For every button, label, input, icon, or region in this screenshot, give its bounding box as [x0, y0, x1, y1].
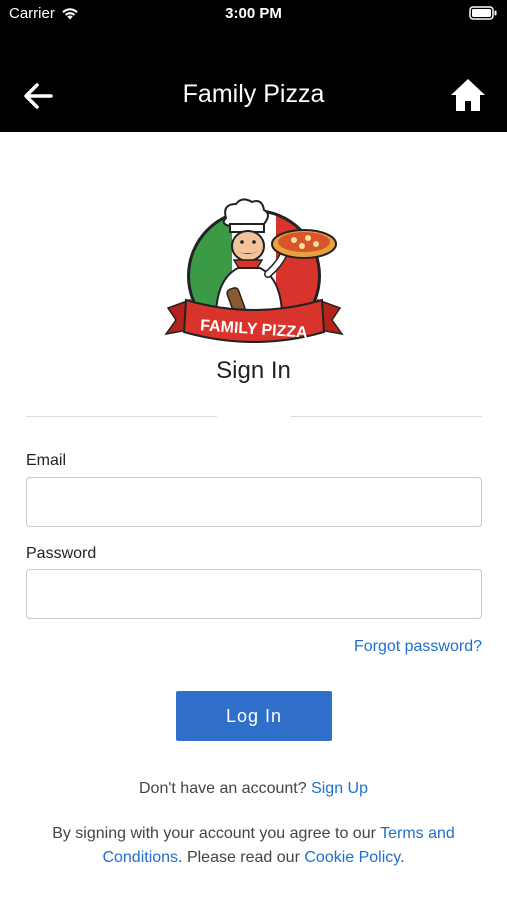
- forgot-password-link[interactable]: Forgot password?: [354, 638, 482, 656]
- login-button[interactable]: Log In: [176, 691, 332, 741]
- sign-up-link[interactable]: Sign Up: [311, 780, 368, 797]
- status-bar: Carrier 3:00 PM: [0, 0, 507, 28]
- password-field[interactable]: [26, 569, 482, 619]
- divider-left: [26, 416, 217, 417]
- password-label: Password: [26, 545, 97, 562]
- battery-icon: [469, 6, 497, 20]
- no-account-text: Don't have an account?: [139, 780, 307, 797]
- email-field[interactable]: [26, 477, 482, 527]
- email-label: Email: [26, 452, 67, 469]
- terms-end-text: .: [400, 849, 405, 866]
- family-pizza-logo: FAMILY PIZZA: [164, 198, 344, 343]
- divider-right: [291, 416, 482, 417]
- signup-prompt: Don't have an account? Sign Up: [0, 780, 507, 798]
- terms-prefix-text: By signing with your account you agree t…: [52, 825, 376, 842]
- terms-notice: By signing with your account you agree t…: [30, 822, 477, 870]
- status-time: 3:00 PM: [225, 5, 282, 22]
- page-title: Sign In: [216, 357, 291, 384]
- home-icon[interactable]: [449, 76, 487, 114]
- app-title: Family Pizza: [182, 80, 325, 108]
- terms-middle-text: . Please read our: [178, 849, 300, 866]
- cookie-policy-link[interactable]: Cookie Policy: [304, 849, 400, 866]
- navigation-bar: Family Pizza: [0, 28, 507, 132]
